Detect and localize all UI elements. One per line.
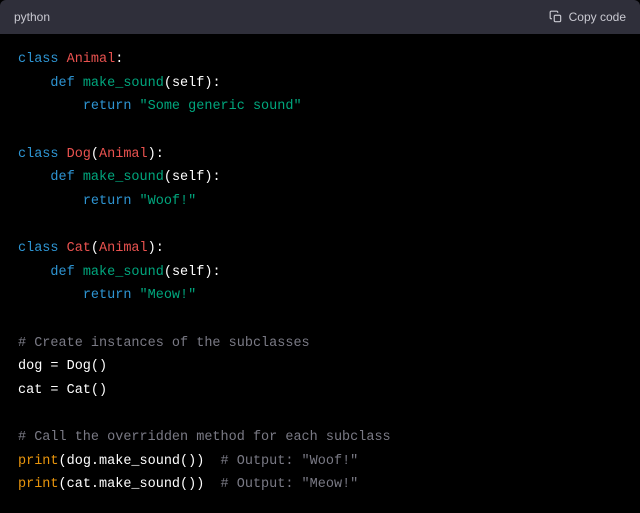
code-token: print [18, 454, 59, 469]
code-token: ( [91, 147, 99, 162]
code-token: def [50, 76, 82, 91]
language-label: python [14, 10, 50, 24]
code-token: "Some generic sound" [140, 99, 302, 114]
code-token: # Call the overridden method for each su… [18, 430, 391, 445]
code-line: print(dog.make_sound()) # Output: "Woof!… [18, 450, 622, 474]
code-token: # Output: "Woof!" [221, 454, 359, 469]
code-token: # Create instances of the subclasses [18, 336, 310, 351]
code-line [18, 308, 622, 332]
code-body[interactable]: class Animal: def make_sound(self): retu… [0, 34, 640, 511]
code-line: def make_sound(self): [18, 72, 622, 96]
copy-code-button[interactable]: Copy code [549, 10, 626, 24]
copy-code-label: Copy code [569, 10, 626, 24]
code-token: Cat [67, 241, 91, 256]
code-token: Animal [67, 52, 116, 67]
code-line: def make_sound(self): [18, 166, 622, 190]
code-line: # Call the overridden method for each su… [18, 426, 622, 450]
code-token: make_sound [83, 170, 164, 185]
code-token: ): [204, 265, 220, 280]
code-token: cat = Cat() [18, 383, 107, 398]
code-block: python Copy code class Animal: def make_… [0, 0, 640, 513]
code-line: # Create instances of the subclasses [18, 332, 622, 356]
code-token: (dog.make_sound()) [59, 454, 221, 469]
code-token: class [18, 147, 67, 162]
code-token: self [172, 265, 204, 280]
code-line: def make_sound(self): [18, 261, 622, 285]
code-token [18, 288, 83, 303]
code-line: class Cat(Animal): [18, 237, 622, 261]
code-token: Dog [67, 147, 91, 162]
code-token: ( [91, 241, 99, 256]
code-line: class Animal: [18, 48, 622, 72]
code-token: make_sound [83, 76, 164, 91]
code-line: dog = Dog() [18, 355, 622, 379]
code-token: class [18, 52, 67, 67]
code-token: dog = Dog() [18, 359, 107, 374]
code-token: "Meow!" [140, 288, 197, 303]
code-token: self [172, 76, 204, 91]
code-token: ): [148, 147, 164, 162]
code-token [18, 76, 50, 91]
code-line: print(cat.make_sound()) # Output: "Meow!… [18, 473, 622, 497]
code-token: ( [164, 265, 172, 280]
code-line: cat = Cat() [18, 379, 622, 403]
code-line: class Dog(Animal): [18, 143, 622, 167]
code-token [18, 194, 83, 209]
code-token: make_sound [83, 265, 164, 280]
code-token: ): [204, 76, 220, 91]
code-token: Animal [99, 241, 148, 256]
code-token: def [50, 170, 82, 185]
code-line: return "Meow!" [18, 284, 622, 308]
code-line [18, 402, 622, 426]
code-line [18, 213, 622, 237]
code-token: self [172, 170, 204, 185]
code-token: ): [148, 241, 164, 256]
code-token [18, 99, 83, 114]
code-token: return [83, 288, 140, 303]
code-token: ): [204, 170, 220, 185]
code-token [18, 170, 50, 185]
code-token: Animal [99, 147, 148, 162]
code-token: "Woof!" [140, 194, 197, 209]
code-token: (cat.make_sound()) [59, 477, 221, 492]
code-token: print [18, 477, 59, 492]
code-token: def [50, 265, 82, 280]
code-line: return "Woof!" [18, 190, 622, 214]
code-token: return [83, 194, 140, 209]
code-token: : [115, 52, 123, 67]
clipboard-icon [549, 10, 563, 24]
code-token: return [83, 99, 140, 114]
code-token [18, 265, 50, 280]
code-token: class [18, 241, 67, 256]
code-token: # Output: "Meow!" [221, 477, 359, 492]
code-token: ( [164, 76, 172, 91]
code-line: return "Some generic sound" [18, 95, 622, 119]
code-line [18, 119, 622, 143]
code-header: python Copy code [0, 0, 640, 34]
code-token: ( [164, 170, 172, 185]
